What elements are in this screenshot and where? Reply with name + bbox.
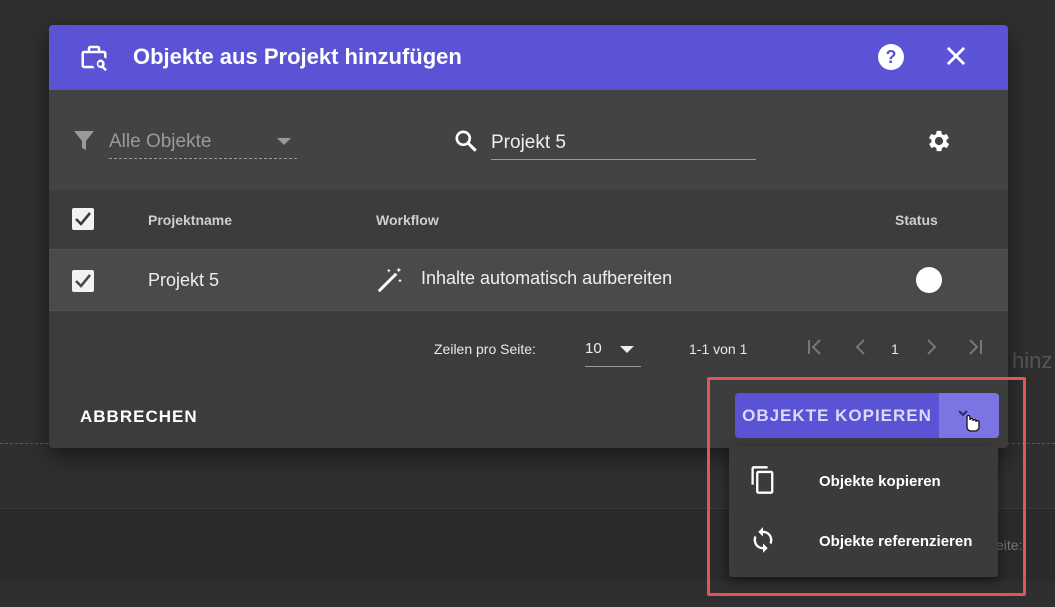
- project-name-cell: Projekt 5: [148, 270, 220, 290]
- gear-icon[interactable]: [925, 127, 953, 160]
- current-page: 1: [891, 341, 899, 357]
- sync-icon: [749, 525, 777, 560]
- pagination: Zeilen pro Seite: 10 1-1 von 1 1: [49, 311, 1008, 377]
- rows-per-page-value: 10: [585, 340, 602, 357]
- menu-item-copy-objects[interactable]: Objekte kopieren: [729, 449, 998, 509]
- search-icon: [453, 128, 479, 159]
- filter-toolbar: Alle Objekte: [49, 90, 1008, 190]
- status-indicator: [916, 267, 942, 293]
- dialog-header: Objekte aus Projekt hinzufügen ?: [49, 25, 1008, 90]
- page-range-text: 1-1 von 1: [689, 341, 748, 357]
- copy-objects-button[interactable]: OBJEKTE KOPIEREN: [735, 393, 939, 438]
- first-page-button[interactable]: [805, 337, 825, 362]
- magic-wand-icon: [375, 265, 405, 300]
- table-header: Projektname Workflow Status: [49, 190, 1008, 250]
- hand-pointer-icon: [958, 410, 980, 432]
- rows-per-page-label: Zeilen pro Seite:: [434, 341, 536, 357]
- column-header-projektname[interactable]: Projektname: [148, 212, 232, 228]
- copy-icon: [749, 465, 777, 500]
- chevron-left-icon: [855, 339, 865, 355]
- background-text-fragment: eite:: [996, 537, 1023, 553]
- next-page-button[interactable]: [921, 337, 941, 362]
- help-button[interactable]: ?: [878, 44, 904, 70]
- close-icon: [946, 46, 966, 66]
- table-row[interactable]: Projekt 5 Inhalte automatisch aufbereite…: [49, 250, 1008, 311]
- object-filter-select[interactable]: Alle Objekte: [109, 126, 297, 159]
- chevron-down-icon: [277, 138, 291, 145]
- copy-objects-split-button: OBJEKTE KOPIEREN: [735, 393, 999, 438]
- cancel-button[interactable]: ABBRECHEN: [80, 407, 198, 427]
- menu-item-label: Objekte kopieren: [819, 473, 941, 490]
- copy-options-menu: Objekte kopieren Objekte referenzieren: [729, 446, 998, 577]
- last-page-icon: [969, 339, 982, 355]
- last-page-button[interactable]: [965, 337, 985, 362]
- select-all-checkbox[interactable]: [72, 208, 94, 230]
- filter-icon: [72, 128, 96, 159]
- previous-page-button[interactable]: [851, 337, 871, 362]
- first-page-icon: [808, 339, 821, 355]
- filter-value: Alle Objekte: [109, 131, 212, 152]
- chevron-down-icon: [620, 346, 634, 353]
- checkmark-icon: [75, 212, 92, 226]
- dialog-title: Objekte aus Projekt hinzufügen: [133, 44, 462, 69]
- row-checkbox[interactable]: [72, 270, 94, 292]
- briefcase-search-icon: [79, 42, 109, 77]
- rows-per-page-select[interactable]: 10: [585, 336, 641, 367]
- add-objects-dialog: Objekte aus Projekt hinzufügen ? Alle Ob…: [49, 25, 1008, 448]
- background-text-fragment: hinz: [1012, 348, 1053, 373]
- chevron-right-icon: [927, 339, 937, 355]
- search-input[interactable]: [491, 126, 756, 160]
- column-header-status[interactable]: Status: [895, 212, 938, 228]
- split-dropdown-toggle[interactable]: [939, 393, 999, 438]
- close-button[interactable]: [942, 42, 970, 70]
- menu-item-label: Objekte referenzieren: [819, 533, 973, 550]
- checkmark-icon: [75, 274, 92, 288]
- menu-item-reference-objects[interactable]: Objekte referenzieren: [729, 509, 998, 569]
- workflow-cell: Inhalte automatisch aufbereiten: [421, 268, 673, 288]
- column-header-workflow[interactable]: Workflow: [376, 212, 439, 228]
